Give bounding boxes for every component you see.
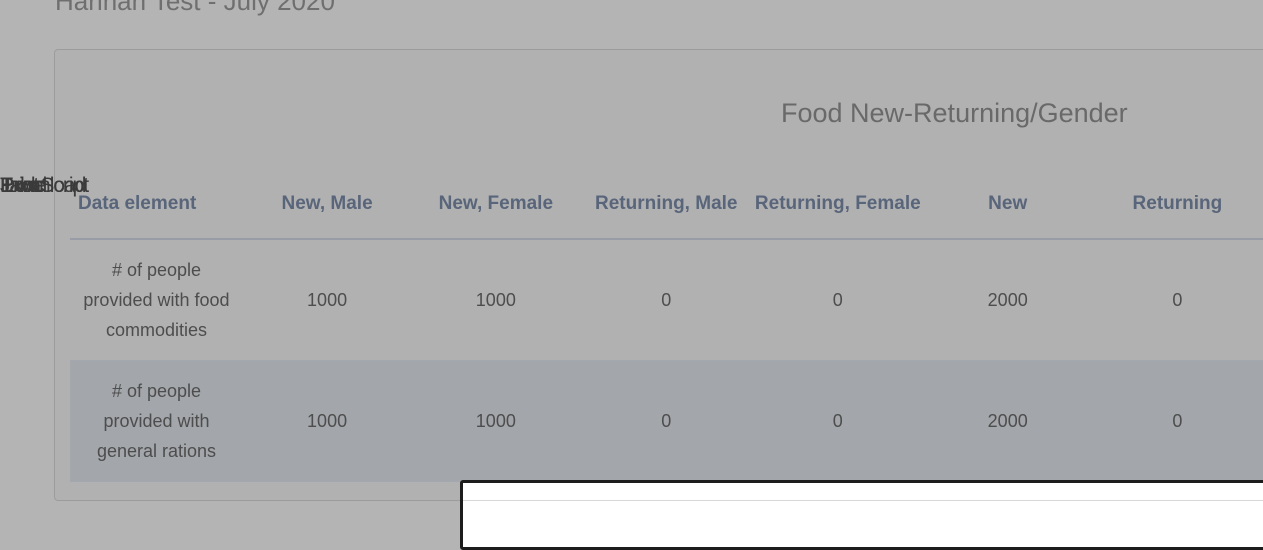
table-row: # of people provided with food commoditi… [70,239,1263,361]
table-cell: 2000 [923,239,1092,361]
table-cell: 0 [1091,360,1263,482]
column-header[interactable]: New, Male [242,170,412,240]
table-cell: 0 [580,360,753,482]
table-cell: 1000 [242,360,412,482]
table-cell: 0 [580,239,753,361]
report-table: Data element New, Male New, Female Retur… [70,170,1263,482]
column-header[interactable]: Returning, Male [580,170,753,240]
column-header[interactable]: New [923,170,1092,240]
column-header[interactable]: Returning [1091,170,1263,240]
table-cell: 2000 [923,360,1092,482]
table-cell: 0 [1091,239,1263,361]
table-cell: 0 [752,360,924,482]
modal-dialog[interactable] [460,480,1263,550]
column-header[interactable]: Returning, Female [752,170,924,240]
column-header[interactable]: Data element [70,170,243,240]
table-cell: 1000 [411,239,581,361]
table-header-row: Data element New, Male New, Female Retur… [70,170,1263,240]
report-title: Food New-Returning/Gender [781,98,1128,128]
column-header[interactable]: New, Female [411,170,581,240]
page-title: Hannah Test - July 2020 [55,0,335,16]
table-cell: 1000 [242,239,412,361]
modal-divider [463,500,1263,501]
table-cell: # of people provided with general ration… [70,360,243,482]
table-cell: 0 [752,239,924,361]
table-cell: 1000 [411,360,581,482]
table-row: # of people provided with general ration… [70,360,1263,482]
table-cell: # of people provided with food commoditi… [70,239,243,361]
